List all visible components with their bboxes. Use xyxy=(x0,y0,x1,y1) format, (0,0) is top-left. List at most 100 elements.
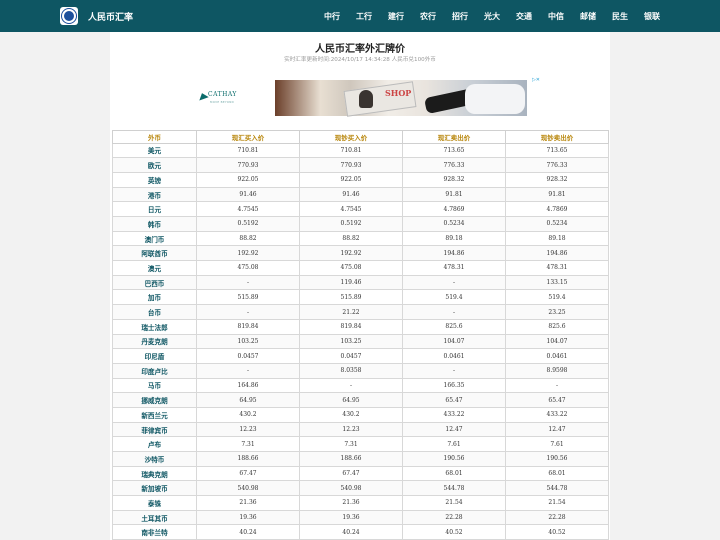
column-header: 现钞卖出价 xyxy=(505,130,609,144)
rate-value: 89.18 xyxy=(402,230,506,247)
table-row: 英镑 922.05 922.05 928.32 928.32 xyxy=(112,171,609,188)
rate-value: 0.5234 xyxy=(402,216,506,232)
nav-item[interactable]: 中信 xyxy=(540,11,572,22)
table-row: 巴西币 -119.46-133.15 xyxy=(112,274,609,291)
currency-name[interactable]: 日元 xyxy=(112,201,197,218)
rate-value: 68.01 xyxy=(505,465,609,482)
table-row: 澳门币 88.82 88.82 89.18 89.18 xyxy=(112,230,609,247)
nav-item[interactable]: 工行 xyxy=(348,11,380,22)
ad-brand-name: CATHAY xyxy=(208,91,237,98)
nav-item[interactable]: 光大 xyxy=(476,11,508,22)
rate-value: - xyxy=(196,362,300,379)
rate-value: 519.4 xyxy=(402,289,506,306)
rate-value: 770.93 xyxy=(196,157,300,173)
rate-value: 475.08 xyxy=(196,260,300,276)
currency-name[interactable]: 欧元 xyxy=(112,157,197,173)
rate-value: 104.07 xyxy=(402,333,506,350)
table-row: 日元 4.7545 4.7545 4.7869 4.7869 xyxy=(112,201,609,218)
rate-value: 21.54 xyxy=(505,495,609,511)
rate-value: 430.2 xyxy=(299,406,403,423)
currency-name[interactable]: 港币 xyxy=(112,186,197,203)
currency-name[interactable]: 土耳其币 xyxy=(112,509,197,526)
currency-name[interactable]: 丹麦克朗 xyxy=(112,333,197,350)
nav-item[interactable]: 邮储 xyxy=(572,11,604,22)
rate-value: 119.46 xyxy=(299,274,403,291)
rate-value: 190.56 xyxy=(402,451,506,467)
currency-name[interactable]: 挪威克朗 xyxy=(112,392,197,408)
rates-table: 外币 现汇买入价 现钞买入价 现汇卖出价 现钞卖出价 美元 710.81 710.81 713… xyxy=(112,130,609,540)
rate-value: - xyxy=(505,377,609,394)
currency-name[interactable]: 菲律宾币 xyxy=(112,421,197,438)
currency-name[interactable]: 台币 xyxy=(112,304,197,320)
nav-item[interactable]: 交通 xyxy=(508,11,540,22)
currency-name[interactable]: 美元 xyxy=(112,142,197,159)
rate-value: 819.84 xyxy=(196,318,300,335)
rate-value: - xyxy=(299,377,403,394)
rate-value: 8.0358 xyxy=(299,362,403,379)
currency-name[interactable]: 沙特币 xyxy=(112,451,197,467)
rate-value: 12.23 xyxy=(196,421,300,438)
currency-name[interactable]: 印尼盾 xyxy=(112,348,197,364)
ad-banner[interactable]: CATHAY MOVE BEYOND SHOP ▷✕ xyxy=(178,77,542,119)
nav-item[interactable]: 招行 xyxy=(444,11,476,22)
column-header: 现汇卖出价 xyxy=(402,130,506,144)
currency-name[interactable]: 澳元 xyxy=(112,260,197,276)
rate-value: 0.5192 xyxy=(299,216,403,232)
nav-item[interactable]: 建行 xyxy=(380,11,412,22)
currency-name[interactable]: 新西兰元 xyxy=(112,406,197,423)
rate-value: 4.7545 xyxy=(196,201,300,218)
rate-value: 67.47 xyxy=(299,465,403,482)
currency-name[interactable]: 英镑 xyxy=(112,171,197,188)
table-row: 丹麦克朗 103.25 103.25 104.07 104.07 xyxy=(112,333,609,350)
rate-value: 12.47 xyxy=(505,421,609,438)
currency-name[interactable]: 澳门币 xyxy=(112,230,197,247)
rate-value: 928.32 xyxy=(402,171,506,188)
rate-value: 65.47 xyxy=(402,392,506,408)
nav-item[interactable]: 民生 xyxy=(604,11,636,22)
rate-value: 91.81 xyxy=(505,186,609,203)
nav-item[interactable]: 中行 xyxy=(316,11,348,22)
currency-name[interactable]: 韩币 xyxy=(112,216,197,232)
table-row: 沙特币 188.66 188.66 190.56 190.56 xyxy=(112,451,609,467)
rate-value: 519.4 xyxy=(505,289,609,306)
rate-value: 103.25 xyxy=(299,333,403,350)
rate-value: 91.46 xyxy=(299,186,403,203)
currency-name[interactable]: 阿联酋币 xyxy=(112,245,197,262)
table-row: 马币 164.86-166.35- xyxy=(112,377,609,394)
table-row: 新加坡币 540.98 540.98 544.78 544.78 xyxy=(112,480,609,497)
brand-title[interactable]: 人民币汇率 xyxy=(88,10,133,23)
table-row: 菲律宾币 12.23 12.23 12.47 12.47 xyxy=(112,421,609,438)
rate-value: 164.86 xyxy=(196,377,300,394)
nav-item[interactable]: 农行 xyxy=(412,11,444,22)
currency-name[interactable]: 巴西币 xyxy=(112,274,197,291)
currency-name[interactable]: 瑞士法郎 xyxy=(112,318,197,335)
ad-choices-icon[interactable]: ▷✕ xyxy=(532,77,540,83)
brand[interactable]: 人民币汇率 xyxy=(60,6,133,26)
rate-value: 133.15 xyxy=(505,274,609,291)
rate-value: - xyxy=(196,304,300,320)
rate-value: 776.33 xyxy=(505,157,609,173)
rate-value: 194.86 xyxy=(402,245,506,262)
table-row: 加币 515.89 515.89 519.4 519.4 xyxy=(112,289,609,306)
currency-name[interactable]: 印度卢比 xyxy=(112,362,197,379)
nav-item[interactable]: 银联 xyxy=(636,11,668,22)
ad-brand-logo: CATHAY MOVE BEYOND xyxy=(197,89,268,109)
rate-value: 7.31 xyxy=(196,436,300,453)
currency-name[interactable]: 南非兰特 xyxy=(112,524,197,540)
column-header: 外币 xyxy=(112,130,197,144)
currency-name[interactable]: 新加坡币 xyxy=(112,480,197,497)
bank-nav: 中行 工行 建行 农行 招行 光大 交通 中信 邮储 民生 银联 xyxy=(316,0,668,32)
page-title: 人民币汇率外汇牌价 xyxy=(315,44,405,55)
rate-value: 19.36 xyxy=(299,509,403,526)
rate-value: 544.78 xyxy=(505,480,609,497)
rate-value: 433.22 xyxy=(505,406,609,423)
currency-name[interactable]: 加币 xyxy=(112,289,197,306)
currency-name[interactable]: 卢布 xyxy=(112,436,197,453)
currency-name[interactable]: 瑞典克朗 xyxy=(112,465,197,482)
currency-name[interactable]: 泰铢 xyxy=(112,495,197,511)
rate-value: 22.28 xyxy=(505,509,609,526)
table-row: 印尼盾 0.0457 0.0457 0.0461 0.0461 xyxy=(112,348,609,364)
currency-name[interactable]: 马币 xyxy=(112,377,197,394)
rate-value: 89.18 xyxy=(505,230,609,247)
table-row: 港币 91.46 91.46 91.81 91.81 xyxy=(112,186,609,203)
